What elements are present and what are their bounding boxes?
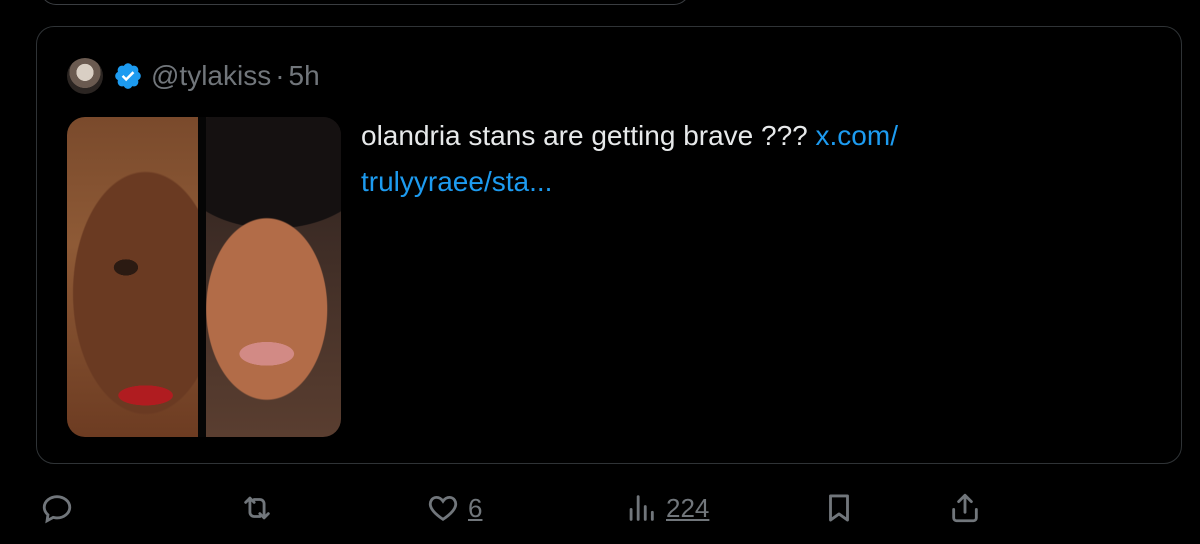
views-icon: [629, 495, 654, 521]
quoted-post-card[interactable]: @tylakiss · 5h olandria stans are gettin…: [36, 26, 1182, 464]
repost-button[interactable]: [240, 488, 274, 528]
post-view: @tylakiss · 5h olandria stans are gettin…: [0, 0, 1200, 544]
bookmark-icon: [829, 494, 849, 522]
verified-badge-icon: [115, 63, 141, 89]
post-time[interactable]: 5h: [289, 60, 320, 92]
avatar[interactable]: [67, 58, 103, 94]
views-button[interactable]: 224: [624, 488, 709, 528]
like-button[interactable]: 6: [426, 488, 482, 528]
previous-element-edge: [40, 0, 690, 5]
bookmark-button[interactable]: [822, 488, 856, 528]
author-handle[interactable]: @tylakiss: [151, 60, 271, 92]
media-right-photo: [206, 117, 341, 437]
repost-icon: [244, 496, 270, 520]
author-row: @tylakiss · 5h: [67, 57, 320, 95]
reply-icon: [42, 495, 72, 524]
views-count[interactable]: 224: [666, 493, 709, 524]
like-icon: [428, 495, 458, 521]
post-media-image[interactable]: [67, 117, 341, 437]
media-divider: [198, 117, 206, 437]
reply-button[interactable]: [40, 488, 74, 528]
post-text: olandria stans are getting brave ??? x.c…: [361, 113, 1121, 205]
share-icon: [952, 493, 978, 523]
action-bar: 6 224: [0, 488, 1200, 528]
media-left-photo: [67, 117, 198, 437]
post-body: olandria stans are getting brave ???: [361, 120, 816, 151]
separator-dot: ·: [275, 60, 285, 91]
share-button[interactable]: [948, 488, 982, 528]
like-count[interactable]: 6: [468, 493, 482, 524]
